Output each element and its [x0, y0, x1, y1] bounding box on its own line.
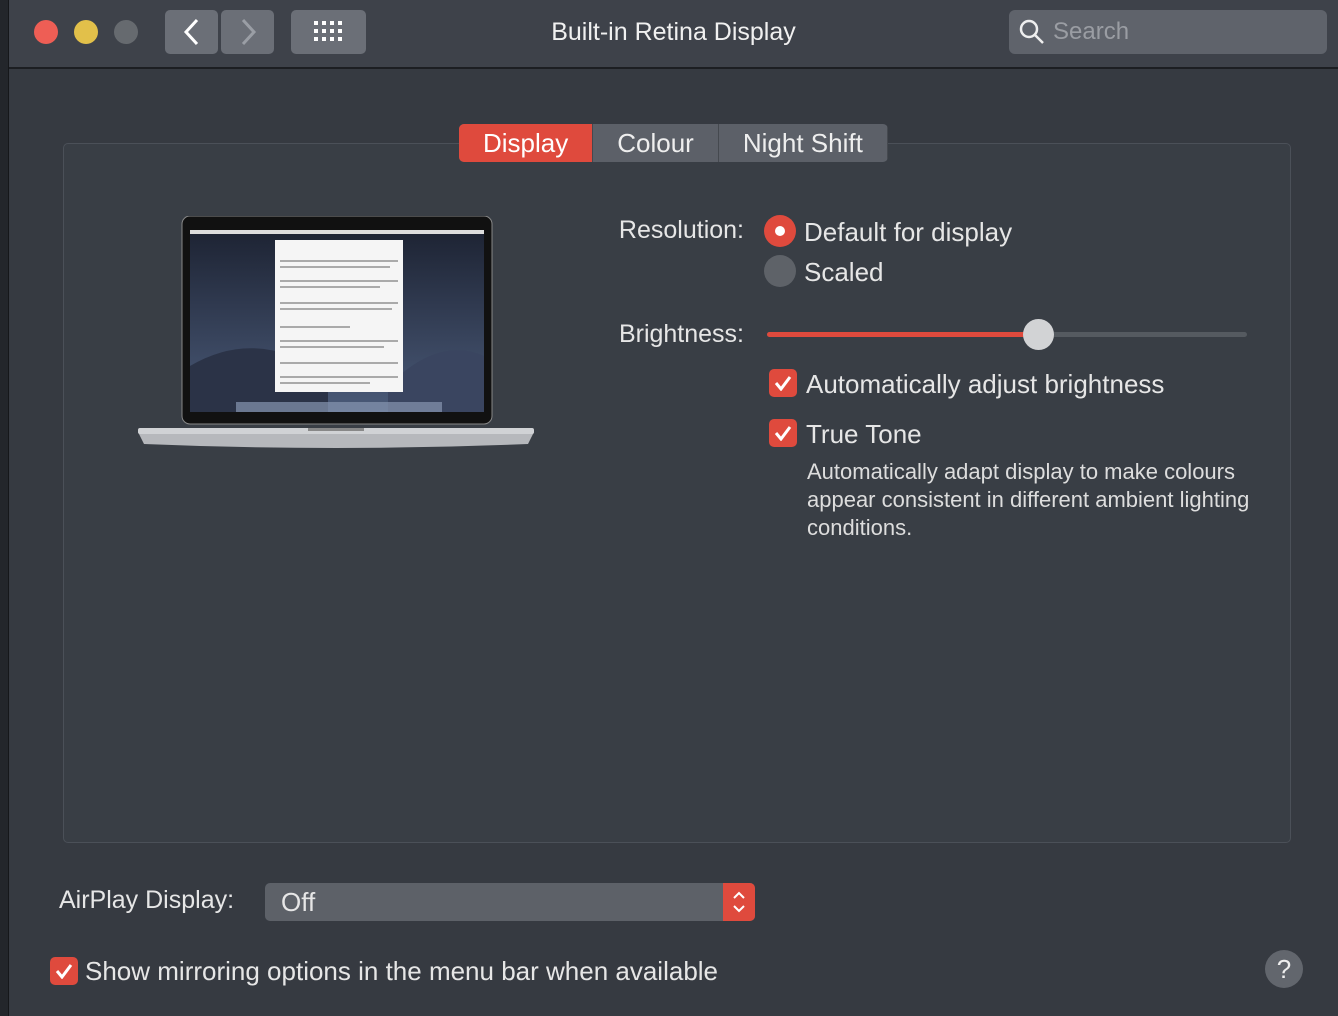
resolution-scaled-radio[interactable]	[764, 255, 796, 287]
show-all-button[interactable]	[291, 10, 366, 54]
chevron-up-down-icon	[723, 883, 755, 921]
tab-night-shift[interactable]: Night Shift	[719, 124, 888, 162]
checkmark-icon	[774, 376, 792, 391]
checkmark-icon	[774, 426, 792, 441]
tab-display[interactable]: Display	[459, 124, 594, 162]
minimize-button[interactable]	[74, 20, 98, 44]
tab-colour[interactable]: Colour	[593, 124, 719, 162]
auto-brightness-label[interactable]: Automatically adjust brightness	[806, 369, 1164, 400]
mirroring-checkbox[interactable]	[50, 957, 78, 985]
resolution-scaled-label[interactable]: Scaled	[804, 257, 884, 288]
airplay-select[interactable]: Off	[265, 883, 755, 921]
mirroring-label[interactable]: Show mirroring options in the menu bar w…	[85, 956, 718, 987]
search-field[interactable]	[1009, 10, 1327, 54]
true-tone-label[interactable]: True Tone	[806, 419, 922, 450]
airplay-label: AirPlay Display:	[59, 886, 235, 914]
preferences-window: Built-in Retina Display Resolution: Defa…	[8, 0, 1338, 1016]
brightness-slider[interactable]	[767, 319, 1247, 350]
search-icon	[1019, 19, 1044, 44]
macbook-illustration	[138, 216, 534, 448]
help-button[interactable]: ?	[1265, 950, 1303, 988]
chevron-left-icon	[183, 18, 198, 46]
airplay-value: Off	[281, 886, 316, 917]
brightness-label: Brightness:	[618, 320, 744, 348]
true-tone-checkbox[interactable]	[769, 419, 797, 447]
resolution-default-radio[interactable]	[764, 215, 796, 247]
auto-brightness-checkbox[interactable]	[769, 369, 797, 397]
back-button[interactable]	[165, 10, 218, 54]
chevron-right-icon	[241, 18, 256, 46]
forward-button[interactable]	[221, 10, 274, 54]
grid-icon	[313, 21, 342, 41]
close-button[interactable]	[34, 20, 58, 44]
resolution-default-label[interactable]: Default for display	[804, 217, 1012, 248]
resolution-label: Resolution:	[618, 216, 744, 244]
true-tone-description: Automatically adapt display to make colo…	[807, 459, 1250, 540]
brightness-fill	[767, 332, 1039, 337]
tab-bar: Display Colour Night Shift	[459, 124, 888, 162]
zoom-button[interactable]	[114, 20, 138, 44]
checkmark-icon	[55, 964, 73, 979]
title-bar: Built-in Retina Display	[9, 0, 1338, 69]
brightness-thumb[interactable]	[1023, 319, 1055, 350]
search-input[interactable]	[1053, 18, 1313, 46]
